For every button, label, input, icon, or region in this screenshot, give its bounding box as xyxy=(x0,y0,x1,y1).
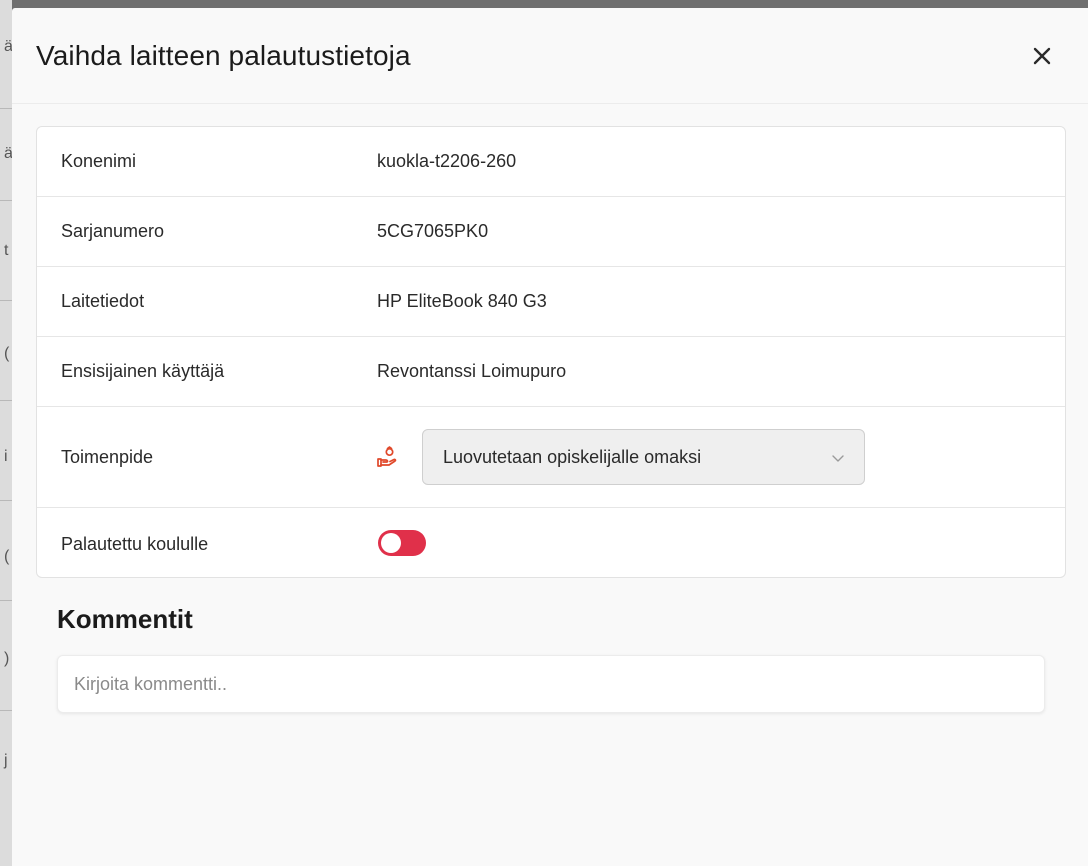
close-icon xyxy=(1033,47,1051,65)
row-computer-name: Konenimi kuokla-t2206-260 xyxy=(37,127,1065,197)
chevron-down-icon xyxy=(832,455,844,462)
edit-return-info-modal: Vaihda laitteen palautustietoja Konenimi… xyxy=(12,8,1088,866)
background-text: ( xyxy=(4,548,10,565)
row-primary-user: Ensisijainen käyttäjä Revontanssi Loimup… xyxy=(37,337,1065,407)
device-details-value: HP EliteBook 840 G3 xyxy=(377,291,547,311)
action-select-value: Luovutetaan opiskelijalle omaksi xyxy=(443,447,702,467)
background-page: ä ä t ( i ( ) j xyxy=(0,0,13,866)
background-divider xyxy=(0,300,12,301)
background-text: ( xyxy=(4,345,10,362)
background-divider xyxy=(0,600,12,601)
primary-user-value: Revontanssi Loimupuro xyxy=(377,361,567,381)
row-action: Toimenpide Luovutetaan opiskelijalle oma… xyxy=(37,407,1065,508)
returned-label: Palautettu koululle xyxy=(61,533,209,554)
background-text: j xyxy=(4,752,8,769)
background-divider xyxy=(0,108,12,109)
modal-title: Vaihda laitteen palautustietoja xyxy=(36,40,411,71)
device-info-card: Konenimi kuokla-t2206-260 Sarjanumero 5C… xyxy=(36,126,1066,578)
background-text: ) xyxy=(4,650,10,667)
computer-name-value: kuokla-t2206-260 xyxy=(377,151,517,171)
close-button[interactable] xyxy=(1028,42,1056,70)
row-serial-number: Sarjanumero 5CG7065PK0 xyxy=(37,197,1065,267)
comments-title: Kommentit xyxy=(57,604,193,634)
background-divider xyxy=(0,200,12,201)
computer-name-label: Konenimi xyxy=(61,151,137,171)
returned-toggle[interactable] xyxy=(378,530,426,556)
modal-header: Vaihda laitteen palautustietoja xyxy=(12,8,1088,104)
primary-user-label: Ensisijainen käyttäjä xyxy=(61,361,225,381)
row-device-details: Laitetiedot HP EliteBook 840 G3 xyxy=(37,267,1065,337)
row-returned: Palautettu koululle xyxy=(37,508,1065,577)
background-text: i xyxy=(4,448,8,465)
serial-number-label: Sarjanumero xyxy=(61,221,165,241)
toggle-knob xyxy=(381,533,401,553)
background-divider xyxy=(0,710,12,711)
action-label: Toimenpide xyxy=(61,446,154,467)
device-details-label: Laitetiedot xyxy=(61,291,145,311)
action-select[interactable]: Luovutetaan opiskelijalle omaksi xyxy=(422,429,865,485)
background-text: t xyxy=(4,242,9,259)
hand-giving-icon xyxy=(377,446,397,467)
background-divider xyxy=(0,400,12,401)
background-divider xyxy=(0,500,12,501)
comment-input[interactable] xyxy=(57,655,1045,713)
serial-number-value: 5CG7065PK0 xyxy=(377,221,489,241)
